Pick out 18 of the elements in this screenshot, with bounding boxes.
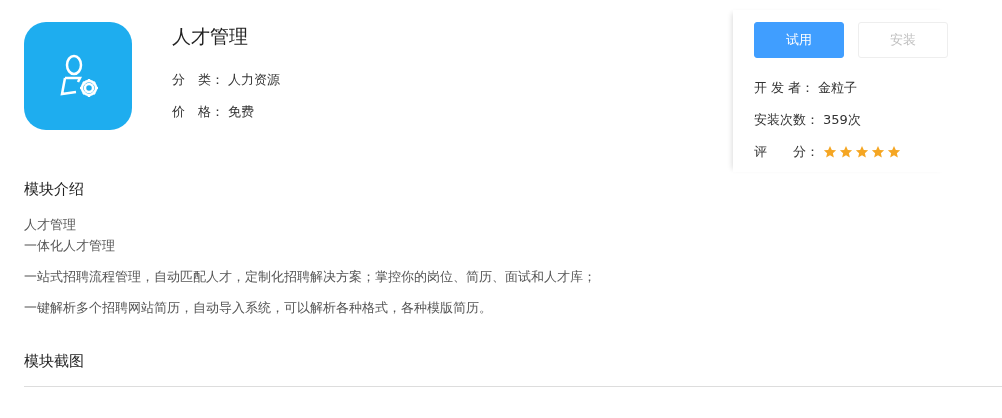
- meta-value: 359次: [823, 111, 861, 129]
- field-label: 分 类：: [172, 72, 224, 87]
- section-title: 模块截图: [24, 352, 85, 372]
- field-label: 价 格：: [172, 104, 224, 119]
- try-button[interactable]: 试用: [754, 22, 844, 58]
- intro-text: 一键解析多个招聘网站简历，自动导入系统，可以解析各种格式，各种模版简历。: [24, 299, 493, 317]
- intro-text: 一站式招聘流程管理，自动匹配人才，定制化招聘解决方案；掌控你的岗位、简历、面试和人才库；: [24, 268, 597, 286]
- intro-text: 人才管理: [24, 216, 77, 234]
- section-title: 模块介绍: [24, 180, 85, 200]
- meta-label: 开 发 者：: [754, 79, 815, 97]
- field-value: 人力资源: [228, 72, 280, 87]
- field-value: 免费: [228, 104, 254, 119]
- meta-value: 金粒子: [818, 79, 858, 97]
- intro-text: 一体化人才管理: [24, 237, 116, 255]
- meta-label: 安装次数：: [754, 111, 819, 129]
- meta-label: 评 分：: [754, 143, 819, 161]
- app-title: 人才管理: [172, 24, 249, 49]
- app-icon: [24, 22, 132, 130]
